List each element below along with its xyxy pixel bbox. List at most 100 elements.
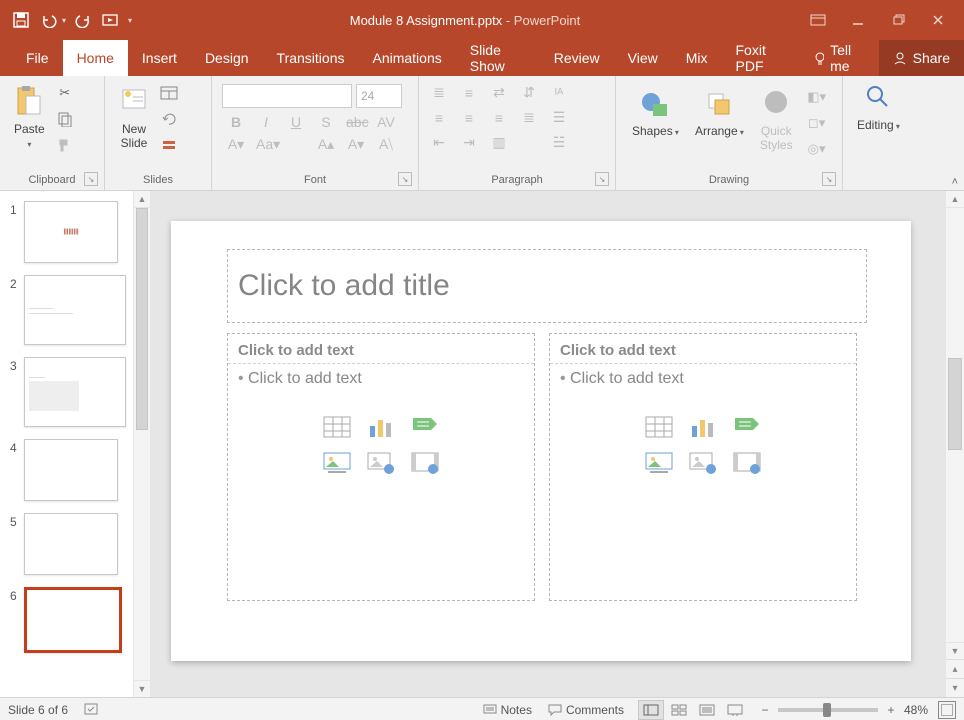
section-icon[interactable]	[159, 136, 179, 154]
format-painter-icon[interactable]	[55, 136, 75, 154]
tab-transitions[interactable]: Transitions	[263, 40, 359, 76]
align-center-button[interactable]: ≡	[459, 109, 479, 126]
undo-icon[interactable]	[38, 9, 60, 31]
reading-view-icon[interactable]	[694, 700, 720, 720]
insert-video-icon[interactable]	[728, 448, 766, 478]
underline-button[interactable]: U	[286, 114, 306, 130]
increase-font-button[interactable]: A▴	[316, 136, 336, 153]
insert-pictures-icon[interactable]	[318, 448, 356, 478]
thumbnail-slide-2[interactable]: 2 —————————————————	[10, 275, 146, 345]
shadow-button[interactable]: S	[316, 114, 336, 130]
scroll-down-icon[interactable]: ▼	[946, 642, 964, 659]
insert-online-pictures-icon[interactable]	[362, 448, 400, 478]
font-dialog-launcher[interactable]: ↘	[398, 172, 412, 186]
align-text-button[interactable]: ☰	[549, 109, 569, 126]
font-size-input[interactable]	[356, 84, 402, 108]
insert-pictures-icon[interactable]	[640, 448, 678, 478]
close-icon[interactable]	[918, 0, 958, 40]
thumbnail-slide-4[interactable]: 4	[10, 439, 146, 501]
tab-insert[interactable]: Insert	[128, 40, 191, 76]
slide-canvas[interactable]: Click to add title Click to add text Cli…	[171, 221, 911, 661]
insert-table-icon[interactable]	[640, 412, 678, 442]
slide-sorter-view-icon[interactable]	[666, 700, 692, 720]
thumbnail-slide-1[interactable]: 1 |||||||||	[10, 201, 146, 263]
bullets-button[interactable]: ≣	[429, 84, 449, 101]
insert-online-pictures-icon[interactable]	[684, 448, 722, 478]
scrollbar-thumb[interactable]	[948, 358, 962, 450]
zoom-level[interactable]: 48%	[904, 703, 928, 717]
columns-button[interactable]: ▥	[489, 134, 509, 151]
editing-button[interactable]: Editing	[851, 80, 906, 138]
line-spacing-button[interactable]: ⇵	[519, 84, 539, 101]
tab-foxit[interactable]: Foxit PDF	[722, 40, 800, 76]
insert-smartart-icon[interactable]	[406, 412, 444, 442]
layout-icon[interactable]	[159, 84, 179, 102]
clear-formatting-button[interactable]: A⧹	[376, 136, 396, 153]
thumbnail-slide-5[interactable]: 5	[10, 513, 146, 575]
scroll-down-icon[interactable]: ▼	[134, 680, 150, 697]
tab-review[interactable]: Review	[540, 40, 614, 76]
tab-view[interactable]: View	[614, 40, 672, 76]
clipboard-dialog-launcher[interactable]: ↘	[84, 172, 98, 186]
arrange-button[interactable]: Arrange	[689, 84, 750, 144]
ribbon-display-options-icon[interactable]	[798, 0, 838, 40]
decrease-font-button[interactable]: A▾	[346, 136, 366, 153]
paste-button[interactable]: Paste	[8, 80, 51, 156]
align-left-button[interactable]: ≡	[429, 109, 449, 126]
scroll-up-icon[interactable]: ▲	[134, 191, 150, 208]
shape-fill-button[interactable]: ◧▾	[807, 88, 827, 106]
font-color-button[interactable]: A▾	[226, 136, 246, 153]
reset-icon[interactable]	[159, 110, 179, 128]
content-placeholder-right[interactable]: Click to add text Click to add text	[549, 333, 857, 601]
insert-table-icon[interactable]	[318, 412, 356, 442]
paste-dropdown[interactable]	[27, 136, 31, 152]
thumbnail-slide-6[interactable]: 6	[10, 587, 146, 653]
text-direction-button[interactable]: ᴵᴬ	[549, 84, 569, 101]
italic-button[interactable]: I	[256, 114, 276, 130]
tab-file[interactable]: File	[12, 40, 63, 76]
copy-icon[interactable]	[55, 110, 75, 128]
save-icon[interactable]	[10, 9, 32, 31]
fit-to-window-icon[interactable]	[938, 701, 956, 719]
tab-design[interactable]: Design	[191, 40, 263, 76]
list-level-button[interactable]: ⇄	[489, 84, 509, 101]
justify-button[interactable]: ≣	[519, 109, 539, 126]
thumbnails-scrollbar[interactable]: ▲ ▼	[133, 191, 150, 697]
tell-me-button[interactable]: Tell me	[799, 40, 878, 76]
tab-home[interactable]: Home	[63, 40, 128, 76]
thumbnail-slide-3[interactable]: 3 ————	[10, 357, 146, 427]
content-placeholder-left[interactable]: Click to add text Click to add text	[227, 333, 535, 601]
drawing-dialog-launcher[interactable]: ↘	[822, 172, 836, 186]
align-right-button[interactable]: ≡	[489, 109, 509, 126]
zoom-slider[interactable]	[778, 708, 878, 712]
notes-button[interactable]: Notes	[475, 703, 540, 717]
canvas-scrollbar[interactable]: ▲ ▼ ▴ ▾	[945, 191, 964, 697]
shape-effects-button[interactable]: ◎▾	[807, 140, 827, 158]
insert-chart-icon[interactable]	[684, 412, 722, 442]
insert-smartart-icon[interactable]	[728, 412, 766, 442]
strikethrough-button[interactable]: abc	[346, 114, 366, 130]
tab-slideshow[interactable]: Slide Show	[456, 40, 540, 76]
increase-indent-button[interactable]: ⇥	[459, 134, 479, 151]
insert-chart-icon[interactable]	[362, 412, 400, 442]
normal-view-icon[interactable]	[638, 700, 664, 720]
title-placeholder[interactable]: Click to add title	[227, 249, 867, 323]
scrollbar-thumb[interactable]	[136, 208, 148, 430]
paragraph-dialog-launcher[interactable]: ↘	[595, 172, 609, 186]
zoom-slider-thumb[interactable]	[823, 703, 831, 717]
shapes-button[interactable]: Shapes	[626, 84, 685, 144]
smartart-button[interactable]: ☱	[549, 134, 569, 151]
tab-animations[interactable]: Animations	[358, 40, 455, 76]
previous-slide-icon[interactable]: ▴	[946, 659, 964, 678]
tab-mix[interactable]: Mix	[672, 40, 722, 76]
restore-icon[interactable]	[878, 0, 918, 40]
character-spacing-button[interactable]: AV	[376, 114, 396, 130]
minimize-icon[interactable]	[838, 0, 878, 40]
zoom-out-button[interactable]: −	[758, 703, 772, 717]
slideshow-view-icon[interactable]	[722, 700, 748, 720]
undo-dropdown[interactable]: ▾	[62, 16, 66, 25]
collapse-ribbon-icon[interactable]: ˄	[952, 176, 958, 188]
shape-outline-button[interactable]: ◻▾	[807, 114, 827, 132]
bold-button[interactable]: B	[226, 114, 246, 130]
next-slide-icon[interactable]: ▾	[946, 678, 964, 697]
